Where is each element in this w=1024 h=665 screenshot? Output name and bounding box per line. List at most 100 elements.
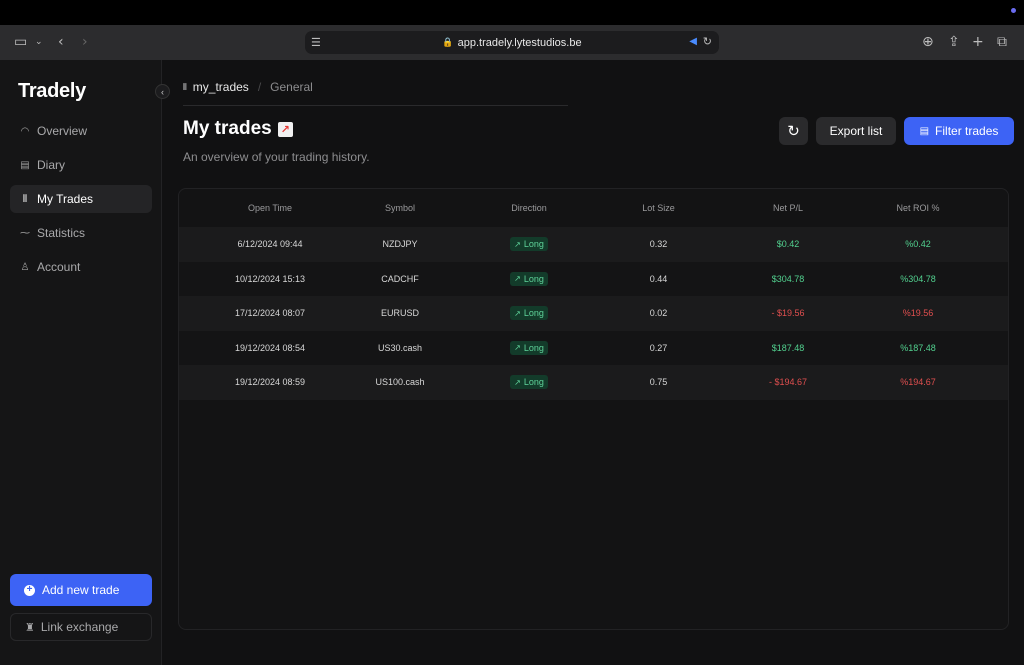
sidebar-item-account[interactable]: ♙ Account — [10, 253, 152, 281]
direction-cell: ↗ Long — [439, 237, 619, 252]
trend-up-icon: ↗ — [514, 377, 521, 387]
breadcrumb-current[interactable]: my_trades — [193, 80, 249, 94]
browser-toolbar: ▭ ⌄ ‹ › ☰ 🔒 app.tradely.lytestudios.be ◀… — [0, 25, 1024, 60]
column-header-open-time[interactable]: Open Time — [179, 203, 361, 213]
net-roi-cell: %304.78 — [900, 273, 936, 284]
net-roi-cell: %0.42 — [905, 239, 931, 250]
column-header-net-pl[interactable]: Net P/L — [698, 203, 878, 213]
net-pl-cell: $0.42 — [776, 239, 800, 250]
download-icon[interactable]: ⊕ — [922, 34, 934, 50]
candles-icon: ⫴ — [22, 193, 28, 205]
sidebar-item-label: Diary — [37, 158, 66, 172]
direction-cell: ↗ Long — [439, 375, 619, 390]
open-time-cell: 19/12/2024 08:54 — [234, 342, 306, 353]
status-dot — [1011, 8, 1016, 13]
forward-icon[interactable]: › — [82, 34, 88, 50]
system-menu-bar — [0, 0, 1024, 25]
trades-table: Open Time Symbol Direction Lot Size Net … — [178, 188, 1009, 630]
sidebar-item-my-trades[interactable]: ⫴ My Trades — [10, 185, 152, 213]
refresh-icon: ↻ — [787, 122, 800, 140]
address-bar[interactable]: ☰ 🔒 app.tradely.lytestudios.be ◀ ↻ — [305, 31, 719, 54]
page-title: My trades ↗ — [183, 118, 293, 140]
direction-label: Long — [523, 342, 544, 353]
speaker-icon[interactable]: ◀ — [689, 36, 697, 47]
tabs-overview-icon[interactable]: ⧉ — [997, 34, 1007, 50]
net-pl-cell: - $194.67 — [768, 377, 808, 388]
breadcrumb: ⫴ my_trades / General — [183, 80, 568, 106]
link-exchange-button[interactable]: ♜ Link exchange — [10, 613, 152, 641]
table-row[interactable]: 19/12/2024 08:54 US30.cash ↗ Long 0.27 $1… — [179, 330, 1008, 365]
sidebar-item-statistics[interactable]: ⁓ Statistics — [10, 219, 152, 247]
direction-label: Long — [523, 273, 544, 284]
lot-size-cell: 0.44 — [649, 273, 668, 284]
share-icon[interactable]: ⇪ — [948, 34, 960, 50]
filter-trades-label: Filter trades — [935, 124, 999, 138]
sidebar-toggle-icon[interactable]: ▭ — [14, 34, 27, 50]
symbol-cell: EURUSD — [380, 308, 419, 319]
calendar-icon: ▤ — [919, 125, 930, 137]
collapse-sidebar-button[interactable]: ‹ — [155, 84, 170, 99]
gauge-icon: ◠ — [20, 125, 30, 137]
page-menu-icon[interactable]: ☰ — [311, 36, 321, 49]
sidebar-item-diary[interactable]: ▤ Diary — [10, 151, 152, 179]
refresh-button[interactable]: ↻ — [779, 117, 808, 145]
exchange-icon: ♜ — [25, 620, 35, 634]
logo[interactable]: Tradely — [18, 80, 86, 103]
symbol-cell: US30.cash — [377, 342, 423, 353]
table-row[interactable]: 17/12/2024 08:07 EURUSD ↗ Long 0.02 - $19… — [179, 296, 1008, 331]
add-new-trade-label: Add new trade — [42, 583, 120, 597]
direction-badge: ↗ Long — [510, 306, 548, 321]
page-title-text: My trades — [183, 118, 272, 139]
trend-up-icon: ↗ — [514, 343, 521, 353]
direction-badge: ↗ Long — [510, 271, 548, 286]
filter-trades-button[interactable]: ▤ Filter trades — [904, 117, 1014, 145]
symbol-cell: CADCHF — [381, 273, 419, 284]
candles-icon: ⫴ — [183, 82, 187, 92]
direction-label: Long — [523, 308, 544, 319]
table-row[interactable]: 19/12/2024 08:59 US100.cash ↗ Long 0.75 -… — [179, 365, 1008, 400]
lot-size-cell: 0.02 — [649, 308, 668, 319]
sidebar-item-label: Statistics — [37, 226, 86, 240]
open-time-cell: 17/12/2024 08:07 — [234, 308, 306, 319]
net-roi-cell: %194.67 — [900, 377, 936, 388]
open-time-cell: 19/12/2024 08:59 — [234, 377, 306, 388]
reload-icon[interactable]: ↻ — [703, 35, 712, 48]
direction-label: Long — [523, 377, 544, 388]
back-icon[interactable]: ‹ — [58, 34, 64, 50]
new-tab-icon[interactable]: + — [972, 34, 984, 50]
net-pl-cell: $187.48 — [771, 342, 805, 353]
table-row[interactable]: 10/12/2024 15:13 CADCHF ↗ Long 0.44 $304.… — [179, 261, 1008, 296]
breadcrumb-general[interactable]: General — [270, 80, 313, 94]
net-pl-cell: $304.78 — [771, 273, 805, 284]
direction-badge: ↗ Long — [510, 237, 548, 252]
trend-up-icon: ↗ — [514, 239, 521, 249]
column-header-direction[interactable]: Direction — [439, 203, 619, 213]
plus-icon: + — [24, 584, 35, 596]
lock-icon: 🔒 — [442, 37, 454, 47]
add-new-trade-button[interactable]: + Add new trade — [10, 574, 152, 606]
url-text: app.tradely.lytestudios.be — [457, 36, 582, 49]
app-root: Tradely ◠ Overview ▤ Diary ⫴ My Trades ⁓… — [0, 60, 1024, 665]
column-header-lot-size[interactable]: Lot Size — [619, 203, 698, 213]
trend-up-icon: ↗ — [514, 274, 521, 284]
direction-badge: ↗ Long — [510, 375, 548, 390]
breadcrumb-separator: / — [257, 80, 262, 94]
column-header-net-roi[interactable]: Net ROI % — [878, 203, 958, 213]
export-list-button[interactable]: Export list — [816, 117, 896, 145]
net-roi-cell: %187.48 — [900, 342, 936, 353]
open-time-cell: 10/12/2024 15:13 — [234, 273, 306, 284]
direction-badge: ↗ Long — [510, 340, 548, 355]
lot-size-cell: 0.27 — [649, 342, 668, 353]
sidebar: Tradely ◠ Overview ▤ Diary ⫴ My Trades ⁓… — [0, 60, 162, 665]
direction-label: Long — [523, 239, 544, 250]
column-header-symbol[interactable]: Symbol — [361, 203, 439, 213]
trend-up-icon: ↗ — [514, 308, 521, 318]
net-roi-cell: %19.56 — [902, 308, 934, 319]
symbol-cell: US100.cash — [375, 377, 425, 388]
calendar-icon: ▤ — [20, 159, 30, 171]
table-row[interactable]: 6/12/2024 09:44 NZDJPY ↗ Long 0.32 $0.42 … — [179, 227, 1008, 262]
net-pl-cell: - $19.56 — [771, 308, 805, 319]
sidebar-item-overview[interactable]: ◠ Overview — [10, 117, 152, 145]
lot-size-cell: 0.75 — [649, 377, 668, 388]
chevron-down-icon[interactable]: ⌄ — [35, 37, 43, 47]
